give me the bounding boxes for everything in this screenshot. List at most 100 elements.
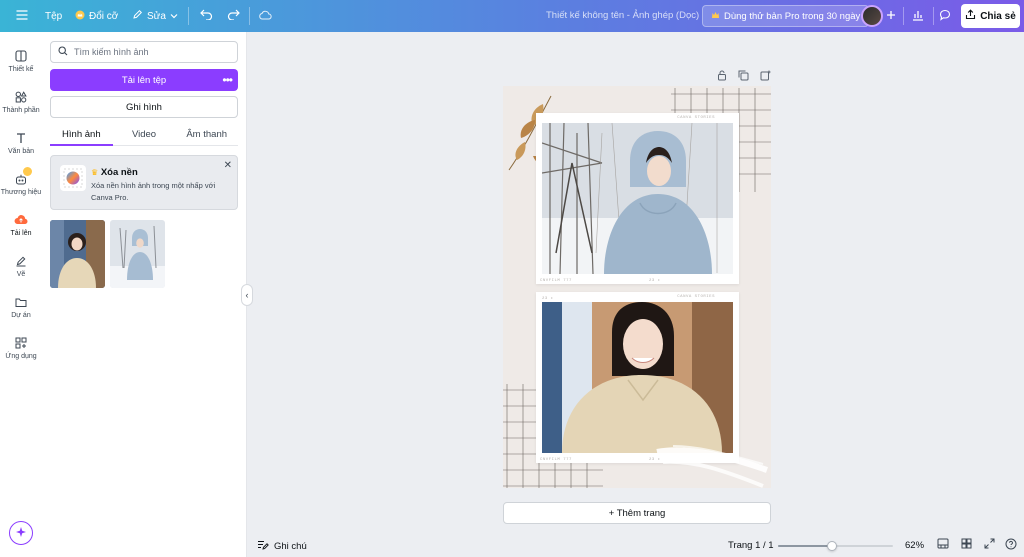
rail-item-design[interactable]: Thiết kế	[0, 42, 42, 80]
rail-item-label: Văn bản	[7, 148, 35, 155]
frame-bottom-label: CNVFILM 777	[540, 279, 572, 283]
brand-icon	[14, 167, 32, 186]
tab-images[interactable]: Hình ảnh	[50, 126, 113, 146]
page-tools	[716, 70, 771, 81]
resize-button[interactable]: Đổi cỡ	[69, 4, 124, 28]
uploaded-image-thumbnail[interactable]	[110, 220, 165, 288]
background-remover-promo[interactable]: ♛ Xóa nền Xóa nền hình ảnh trong một nhấ…	[50, 155, 238, 210]
add-collaborator-button[interactable]	[880, 5, 902, 27]
winter-photo[interactable]	[542, 123, 733, 274]
promo-title-text: Xóa nền	[100, 167, 138, 178]
portrait-photo[interactable]	[542, 302, 733, 453]
pro-trial-label: Dùng thử bản Pro trong 30 ngày	[724, 10, 861, 22]
search-box[interactable]	[50, 41, 238, 63]
rail-item-apps[interactable]: Ứng dụng	[0, 329, 42, 367]
grid-view-icon	[961, 538, 972, 552]
sparkle-icon	[15, 526, 27, 541]
rail-item-draw[interactable]: Vẽ	[0, 247, 42, 285]
rail-item-label: Vẽ	[16, 271, 26, 278]
toolbar-divider	[249, 7, 250, 25]
notes-button[interactable]: Ghi chú	[257, 540, 307, 553]
rail-item-text[interactable]: Văn bản	[0, 124, 42, 162]
grid-view-button[interactable]	[960, 538, 972, 552]
tab-video[interactable]: Video	[113, 126, 176, 145]
crown-icon	[75, 10, 85, 23]
upload-files-button[interactable]: Tải lên tệp •••	[50, 69, 238, 91]
design-page[interactable]: CANVA STORIES CNVFILM 777 23 ▸ 23 ▸ CANV…	[503, 86, 771, 488]
zoom-slider-handle[interactable]	[827, 541, 838, 551]
tab-audio[interactable]: Âm thanh	[175, 126, 238, 145]
undo-button[interactable]	[195, 5, 217, 27]
undo-icon	[199, 9, 213, 23]
hamburger-icon	[16, 9, 28, 23]
rail-item-label: Tải lên	[10, 230, 32, 237]
resize-label: Đổi cỡ	[89, 10, 119, 22]
promo-title: ♛ Xóa nền	[91, 167, 138, 178]
record-button[interactable]: Ghi hình	[50, 96, 238, 118]
left-rail: Thiết kế Thành phần Văn bản Thương hiệu …	[0, 32, 42, 557]
rail-item-label: Thành phần	[2, 107, 40, 114]
rail-item-label: Thiết kế	[8, 66, 34, 73]
photo-frame[interactable]: CANVA STORIES CNVFILM 777 23 ▸	[536, 113, 739, 284]
magic-assistant-button[interactable]	[9, 521, 33, 545]
record-label: Ghi hình	[126, 101, 162, 113]
add-page-button[interactable]: + Thêm trang	[503, 502, 771, 524]
promo-description: Xóa nền hình ảnh trong một nhấp với Canv…	[91, 181, 216, 202]
share-label: Chia sẻ	[980, 10, 1016, 22]
frame-bottom-label: CNVFILM 777	[540, 458, 572, 462]
page-view-button[interactable]	[937, 538, 949, 552]
page-view-icon	[937, 538, 949, 552]
add-page-icon[interactable]	[760, 70, 771, 81]
main-menu-button[interactable]	[10, 4, 34, 28]
cloud-icon	[258, 10, 272, 23]
fullscreen-button[interactable]	[983, 538, 995, 552]
more-options-icon[interactable]: •••	[222, 69, 233, 91]
file-menu-label: Tệp	[45, 10, 63, 22]
rail-item-projects[interactable]: Dự án	[0, 288, 42, 326]
redo-icon	[227, 9, 240, 23]
zoom-slider[interactable]	[778, 541, 893, 551]
cloud-save-button[interactable]	[254, 5, 276, 27]
rail-item-label: Ứng dụng	[5, 353, 37, 360]
expand-icon	[984, 538, 995, 552]
notes-label: Ghi chú	[274, 541, 307, 552]
redo-button[interactable]	[222, 5, 244, 27]
apps-icon	[14, 336, 28, 350]
photo-frame[interactable]: 23 ▸ CANVA STORIES CNVFILM 777 23 ▸	[536, 292, 739, 463]
close-icon[interactable]: ✕	[224, 160, 232, 171]
plus-icon	[886, 10, 896, 23]
pro-trial-button[interactable]: Dùng thử bản Pro trong 30 ngày	[702, 5, 870, 27]
insights-button[interactable]	[907, 5, 929, 27]
frame-mini-number: 23 ▸	[542, 297, 554, 301]
paint-brush-decoration	[656, 445, 768, 488]
promo-thumbnail	[60, 165, 86, 191]
rail-item-label: Thương hiệu	[0, 189, 42, 196]
zoom-value[interactable]: 62%	[905, 540, 924, 551]
rail-item-uploads[interactable]: Tải lên	[0, 206, 42, 244]
draw-icon	[14, 254, 28, 268]
rail-item-brand[interactable]: Thương hiệu	[0, 165, 42, 203]
edit-menu-button[interactable]: Sửa	[126, 4, 184, 28]
chevron-left-icon: ‹	[245, 290, 249, 300]
comment-icon	[939, 9, 951, 24]
search-input[interactable]	[74, 47, 224, 57]
uploads-panel: Tải lên tệp ••• Ghi hình Hình ảnh Video …	[42, 32, 247, 557]
uploaded-image-thumbnail[interactable]	[50, 220, 105, 288]
help-button[interactable]	[1005, 538, 1017, 551]
document-title[interactable]: Thiết kế không tên - Ảnh ghép (Dọc)	[546, 0, 699, 32]
top-bar: Tệp Đổi cỡ Sửa Thiết kế không tên - Ảnh …	[0, 0, 1024, 32]
bar-chart-icon	[912, 9, 924, 24]
rail-item-elements[interactable]: Thành phần	[0, 83, 42, 121]
notes-icon	[257, 540, 269, 553]
comments-button[interactable]	[934, 5, 956, 27]
upload-cloud-icon	[14, 213, 28, 227]
upload-files-label: Tải lên tệp	[121, 74, 167, 86]
duplicate-page-icon[interactable]	[738, 70, 749, 81]
crown-icon: ♛	[91, 168, 99, 177]
share-button[interactable]: Chia sẻ	[961, 4, 1020, 28]
lock-icon[interactable]	[716, 70, 727, 81]
file-menu-button[interactable]: Tệp	[39, 4, 68, 28]
search-icon	[58, 45, 68, 59]
collapse-panel-button[interactable]: ‹	[241, 284, 253, 306]
page-count[interactable]: Trang 1 / 1	[728, 540, 774, 551]
